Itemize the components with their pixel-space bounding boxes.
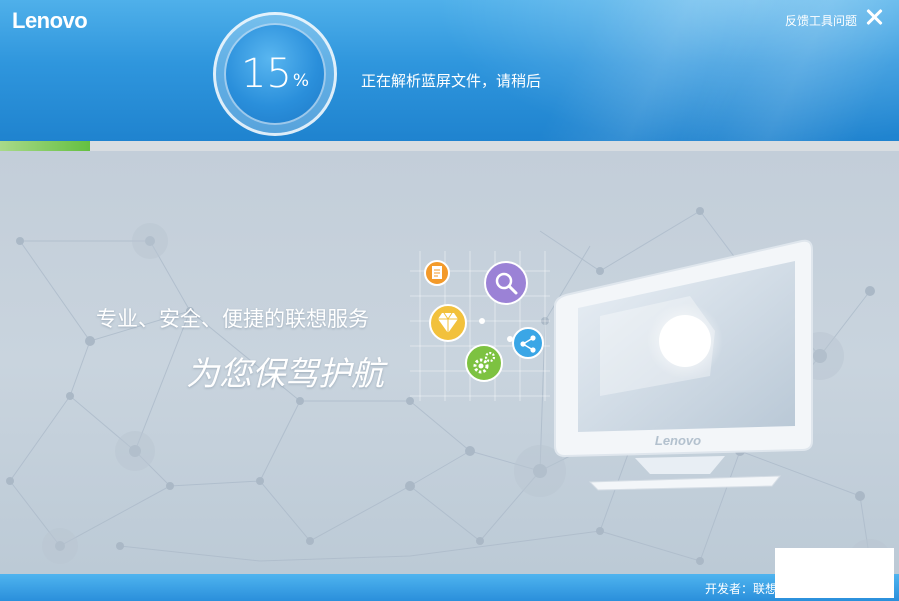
document-icon	[424, 260, 450, 286]
monitor-illustration: Lenovo	[554, 239, 813, 491]
slogan-primary: 专业、安全、便捷的联想服务	[96, 307, 369, 331]
header-bar: Lenovo 反馈工具问题 15 % 正在解析蓝屏文件，请稍后	[0, 0, 899, 141]
slogan-secondary: 为您保驾护航	[186, 354, 384, 393]
search-icon	[484, 261, 528, 305]
share-icon	[512, 327, 544, 359]
diamond-icon	[429, 304, 467, 342]
main-banner: 专业、安全、便捷的联想服务 为您保驾护航 Lenovo	[0, 151, 899, 574]
status-text: 正在解析蓝屏文件，请稍后	[361, 72, 542, 90]
lenovo-logo: Lenovo	[12, 8, 88, 33]
progress-ring-inner: 15 %	[224, 23, 326, 125]
close-icon[interactable]	[863, 6, 885, 28]
progress-ring: 15 %	[216, 15, 334, 133]
feature-icons-cluster	[410, 251, 550, 401]
progress-number: 15	[240, 51, 292, 97]
progress-percent: 15 %	[224, 23, 326, 125]
feedback-link[interactable]: 反馈工具问题	[785, 12, 857, 29]
progress-track	[0, 141, 899, 151]
gears-icon	[465, 344, 503, 382]
footer-bar: 开发者：联想	[0, 574, 899, 601]
progress-fill	[0, 141, 90, 151]
app-window: Lenovo 反馈工具问题 15 % 正在解析蓝屏文件，请稍后 专业、安全、便捷…	[0, 0, 899, 601]
redacted-overlay	[775, 548, 894, 598]
percent-sign: %	[292, 71, 310, 91]
monitor-brand-logo: Lenovo	[655, 433, 701, 448]
developer-label: 开发者：联想	[705, 582, 778, 596]
